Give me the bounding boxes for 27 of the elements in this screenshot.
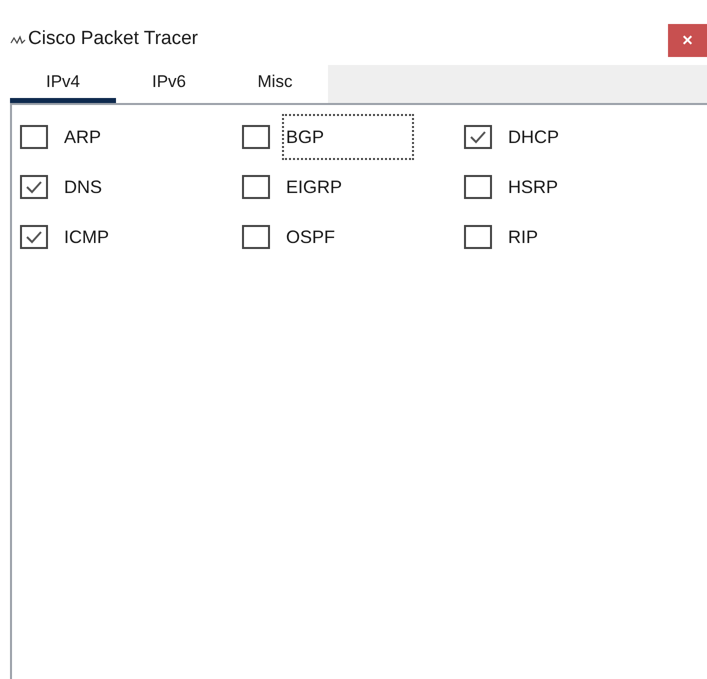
checkmark-icon	[25, 230, 43, 244]
checkbox-label: RIP	[507, 226, 540, 248]
checkbox[interactable]	[242, 125, 270, 149]
checkbox-label: ARP	[63, 126, 102, 148]
checkbox-label: DNS	[63, 176, 104, 198]
checkbox-label: ICMP	[63, 226, 110, 248]
tab[interactable]: IPv6	[116, 65, 222, 103]
checkbox-label: HSRP	[507, 176, 560, 198]
checkbox-label: OSPF	[285, 226, 336, 248]
checkbox[interactable]	[464, 125, 492, 149]
checkbox[interactable]	[20, 175, 48, 199]
tab[interactable]: IPv4	[10, 65, 116, 103]
app-icon	[10, 35, 26, 46]
checkbox[interactable]	[242, 175, 270, 199]
checkbox[interactable]	[242, 225, 270, 249]
close-button[interactable]: ×	[668, 24, 707, 57]
checkbox-label: DHCP	[507, 126, 560, 148]
checkbox[interactable]	[20, 125, 48, 149]
checkmark-icon	[469, 130, 487, 144]
checkmark-icon	[25, 180, 43, 194]
checkbox-label: EIGRP	[285, 176, 344, 198]
checkbox[interactable]	[464, 225, 492, 249]
checkbox[interactable]	[464, 175, 492, 199]
checkbox[interactable]	[20, 225, 48, 249]
checkbox-label: BGP	[282, 114, 414, 160]
window-title: Cisco Packet Tracer	[28, 27, 198, 51]
tab[interactable]: Misc	[222, 65, 328, 103]
